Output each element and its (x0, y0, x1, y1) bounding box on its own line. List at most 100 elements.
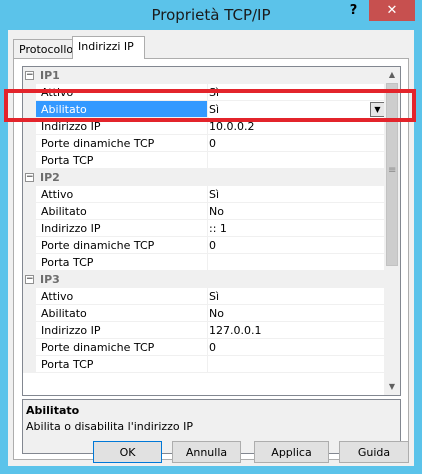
property-name: Indirizzo IP (41, 324, 101, 337)
property-row[interactable]: Porte dinamiche TCP 0 (23, 237, 386, 254)
tab-indirizzi-ip[interactable]: Indirizzi IP (72, 36, 145, 59)
column-divider (207, 220, 208, 237)
property-value[interactable]: No (209, 307, 379, 322)
property-value[interactable] (209, 256, 379, 271)
property-value[interactable]: Sì (209, 290, 379, 305)
properties-window: Proprietà TCP/IP ? ✕ Protocollo Indirizz… (0, 0, 422, 474)
property-value[interactable]: :: 1 (209, 222, 379, 237)
close-icon: ✕ (386, 3, 398, 18)
property-row[interactable]: Attivo Sì (23, 84, 386, 101)
property-row[interactable]: Porte dinamiche TCP 0 (23, 339, 386, 356)
property-name: Attivo (41, 188, 74, 201)
property-value[interactable] (209, 358, 379, 373)
help-button[interactable]: ? (340, 0, 367, 21)
column-divider (207, 339, 208, 356)
applica-button[interactable]: Applica (254, 441, 329, 463)
guida-button[interactable]: Guida (339, 441, 409, 463)
dialog-client: Protocollo Indirizzi IP − IP1 Attivo Sì Abil… (8, 30, 414, 466)
property-grid[interactable]: − IP1 Attivo Sì Abilitato Sì ▼ Indirizzo IP 10.0… (22, 66, 401, 396)
property-row[interactable]: Abilitato Sì ▼ (23, 101, 386, 118)
collapse-icon[interactable]: − (25, 173, 34, 182)
property-value[interactable] (209, 154, 379, 169)
row-gutter (23, 305, 36, 322)
collapse-icon[interactable]: − (25, 275, 34, 284)
property-name: Porte dinamiche TCP (41, 137, 155, 150)
property-name: Abilitato (41, 307, 87, 320)
row-gutter (23, 101, 36, 118)
grip-icon: ≡ (388, 165, 397, 176)
property-value[interactable]: Sì (209, 86, 379, 101)
property-row[interactable]: Indirizzo IP:: 1 (23, 220, 386, 237)
question-icon: ? (349, 3, 358, 18)
property-name: Attivo (41, 86, 74, 99)
category-label: IP3 (40, 273, 60, 286)
column-divider (207, 84, 208, 101)
property-name: Abilitato (36, 101, 207, 118)
description-title: Abilitato (26, 404, 80, 417)
vertical-scrollbar[interactable]: ▲ ≡ ▼ (384, 67, 400, 395)
property-name: Porta TCP (41, 154, 94, 167)
row-gutter (23, 237, 36, 254)
category-row[interactable]: − IP3 (23, 271, 386, 288)
column-divider (207, 305, 208, 322)
collapse-icon[interactable]: − (25, 71, 34, 80)
scroll-up-icon[interactable]: ▲ (384, 67, 400, 83)
property-row[interactable]: Abilitato No (23, 305, 386, 322)
tab-protocollo[interactable]: Protocollo (13, 39, 73, 59)
column-divider (207, 186, 208, 203)
column-divider (207, 288, 208, 305)
property-row[interactable]: Attivo Sì (23, 288, 386, 305)
category-row[interactable]: − IP1 (23, 67, 386, 84)
property-value[interactable]: No (209, 205, 379, 220)
property-row[interactable]: Porta TCP (23, 356, 386, 373)
property-name: Indirizzo IP (41, 222, 101, 235)
property-name: Attivo (41, 290, 74, 303)
column-divider (207, 322, 208, 339)
column-divider (207, 135, 208, 152)
property-value: Sì (209, 103, 220, 116)
dropdown-arrow-icon[interactable]: ▼ (370, 102, 385, 117)
annulla-button[interactable]: Annulla (172, 441, 241, 463)
property-row[interactable]: Indirizzo IP 127.0.0.1 (23, 322, 386, 339)
property-row[interactable]: Indirizzo IP 10.0.0.2 (23, 118, 386, 135)
property-name: Abilitato (41, 205, 87, 218)
property-value[interactable]: Sì (209, 188, 379, 203)
row-gutter (23, 339, 36, 356)
close-button[interactable]: ✕ (369, 0, 415, 21)
column-divider (207, 254, 208, 271)
property-row[interactable]: Porta TCP (23, 152, 386, 169)
property-value[interactable]: 0 (209, 341, 379, 356)
property-row[interactable]: Porte dinamiche TCP 0 (23, 135, 386, 152)
property-value-select[interactable]: Sì ▼ (209, 101, 386, 118)
property-name: Porte dinamiche TCP (41, 341, 155, 354)
column-divider (207, 356, 208, 373)
row-gutter (23, 135, 36, 152)
row-gutter (23, 203, 36, 220)
category-label: IP1 (40, 69, 60, 82)
row-gutter (23, 118, 36, 135)
title-bar[interactable]: Proprietà TCP/IP ? ✕ (0, 0, 422, 30)
row-gutter (23, 152, 36, 169)
row-gutter (23, 322, 36, 339)
column-divider (207, 152, 208, 169)
row-gutter (23, 220, 36, 237)
category-row[interactable]: − IP2 (23, 169, 386, 186)
property-value[interactable]: 0 (209, 137, 379, 152)
category-label: IP2 (40, 171, 60, 184)
property-value[interactable]: 10.0.0.2 (209, 120, 379, 135)
description-text: Abilita o disabilita l'indirizzo IP (26, 420, 194, 433)
scroll-down-icon[interactable]: ▼ (384, 379, 400, 395)
column-divider (207, 101, 208, 118)
column-divider (207, 237, 208, 254)
property-row[interactable]: Porta TCP (23, 254, 386, 271)
property-value[interactable]: 127.0.0.1 (209, 324, 379, 339)
property-value[interactable]: 0 (209, 239, 379, 254)
scroll-thumb[interactable]: ≡ (386, 83, 398, 266)
row-gutter (23, 84, 36, 101)
row-gutter (23, 288, 36, 305)
property-row[interactable]: Attivo Sì (23, 186, 386, 203)
property-name: Porta TCP (41, 358, 94, 371)
property-name: Porte dinamiche TCP (41, 239, 155, 252)
ok-button[interactable]: OK (93, 441, 162, 463)
property-row[interactable]: Abilitato No (23, 203, 386, 220)
